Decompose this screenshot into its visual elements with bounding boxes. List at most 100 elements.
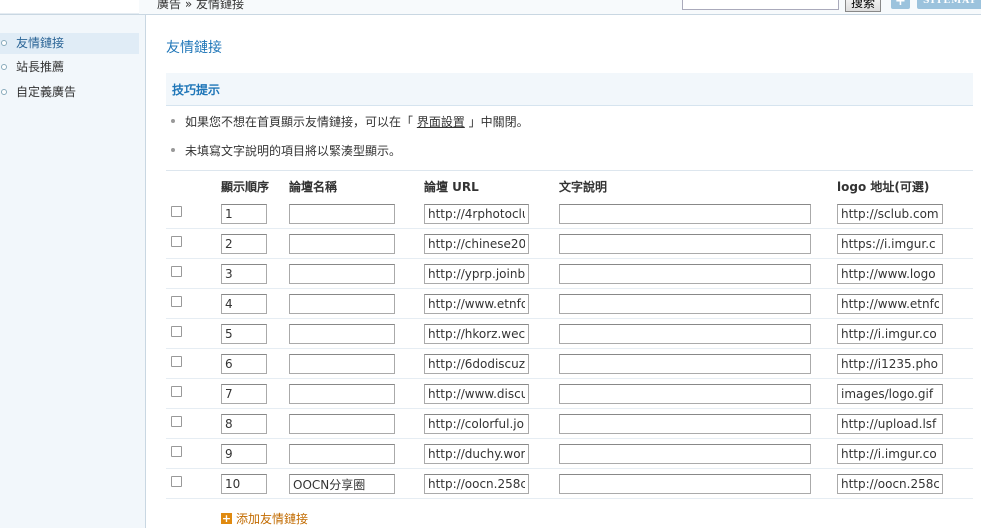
order-input[interactable] xyxy=(221,324,267,344)
table-row xyxy=(166,438,973,469)
description-input[interactable] xyxy=(559,264,811,284)
tip-text: 未填寫文字說明的項目將以緊湊型顯示。 xyxy=(185,144,402,158)
description-input[interactable] xyxy=(559,414,811,434)
add-friend-link-button[interactable]: + 添加友情鏈接 xyxy=(221,510,308,527)
name-input[interactable] xyxy=(289,324,395,344)
tip-text: 」中關閉。 xyxy=(464,115,529,129)
sidebar-item-label: 友情鏈接 xyxy=(16,36,65,50)
table-row xyxy=(166,318,973,349)
name-input[interactable] xyxy=(289,294,395,314)
description-input[interactable] xyxy=(559,294,811,314)
order-input[interactable] xyxy=(221,474,267,494)
table-row xyxy=(166,228,973,259)
search-input[interactable] xyxy=(682,0,839,10)
logo-url-input[interactable] xyxy=(837,414,943,434)
logo-url-input[interactable] xyxy=(837,474,943,494)
row-delete-checkbox[interactable] xyxy=(171,266,182,277)
row-delete-checkbox[interactable] xyxy=(171,446,182,457)
logo-url-input[interactable] xyxy=(837,294,943,314)
description-input[interactable] xyxy=(559,234,811,254)
row-delete-checkbox[interactable] xyxy=(171,206,182,217)
name-input[interactable] xyxy=(289,474,395,494)
sidebar-item-label: 自定義廣告 xyxy=(16,85,77,99)
search-button[interactable]: 搜索 xyxy=(845,0,881,12)
add-shortcut-button[interactable]: + xyxy=(891,0,910,9)
table-row xyxy=(166,378,973,409)
name-input[interactable] xyxy=(289,414,395,434)
order-input[interactable] xyxy=(221,354,267,374)
sidebar-item-label: 站長推薦 xyxy=(16,60,65,74)
name-input[interactable] xyxy=(289,264,395,284)
sitemap-button[interactable]: SITEMAP ▾ xyxy=(917,0,981,9)
tip-interface-setting: 如果您不想在首頁顯示友情鏈接，可以在「 界面設置 」中關閉。 xyxy=(171,113,529,130)
description-input[interactable] xyxy=(559,474,811,494)
order-input[interactable] xyxy=(221,444,267,464)
description-input[interactable] xyxy=(559,354,811,374)
top-bar: 廣告 » 友情鏈接 搜索 + SITEMAP ▾ xyxy=(0,0,981,15)
logo-url-input[interactable] xyxy=(837,354,943,374)
logo-url-input[interactable] xyxy=(837,264,943,284)
name-input[interactable] xyxy=(289,384,395,404)
url-input[interactable] xyxy=(424,474,529,494)
tips-box: 技巧提示 xyxy=(166,73,973,106)
name-input[interactable] xyxy=(289,354,395,374)
row-delete-checkbox[interactable] xyxy=(171,416,182,427)
sidebar-item-admin-recommend[interactable]: 站長推薦 xyxy=(0,57,139,78)
logo-url-input[interactable] xyxy=(837,234,943,254)
bullet-icon xyxy=(1,89,7,95)
url-input[interactable] xyxy=(424,354,529,374)
tip-compact-display: 未填寫文字說明的項目將以緊湊型顯示。 xyxy=(171,142,401,159)
table-row xyxy=(166,198,973,229)
top-bar-left-strip xyxy=(0,0,139,14)
order-input[interactable] xyxy=(221,264,267,284)
table-row xyxy=(166,408,973,439)
order-input[interactable] xyxy=(221,234,267,254)
name-input[interactable] xyxy=(289,444,395,464)
description-input[interactable] xyxy=(559,204,811,224)
row-delete-checkbox[interactable] xyxy=(171,356,182,367)
row-delete-checkbox[interactable] xyxy=(171,296,182,307)
column-header-logo: logo 地址(可選) xyxy=(837,180,930,194)
url-input[interactable] xyxy=(424,204,529,224)
name-input[interactable] xyxy=(289,204,395,224)
column-header-url: 論壇 URL xyxy=(424,180,479,194)
tips-title: 技巧提示 xyxy=(172,83,221,97)
breadcrumb: 廣告 » 友情鏈接 xyxy=(157,0,244,11)
table-row xyxy=(166,258,973,289)
order-input[interactable] xyxy=(221,294,267,314)
logo-url-input[interactable] xyxy=(837,444,943,464)
column-header-order: 顯示順序 xyxy=(221,180,270,194)
row-delete-checkbox[interactable] xyxy=(171,236,182,247)
order-input[interactable] xyxy=(221,204,267,224)
add-friend-link-label: 添加友情鏈接 xyxy=(236,512,309,526)
url-input[interactable] xyxy=(424,324,529,344)
interface-settings-link[interactable]: 界面設置 xyxy=(417,115,465,129)
logo-url-input[interactable] xyxy=(837,384,943,404)
logo-url-input[interactable] xyxy=(837,204,943,224)
description-input[interactable] xyxy=(559,384,811,404)
table-row xyxy=(166,288,973,319)
description-input[interactable] xyxy=(559,324,811,344)
order-input[interactable] xyxy=(221,414,267,434)
sidebar-edge xyxy=(139,15,146,528)
row-delete-checkbox[interactable] xyxy=(171,476,182,487)
url-input[interactable] xyxy=(424,234,529,254)
row-delete-checkbox[interactable] xyxy=(171,386,182,397)
sidebar-item-custom-ads[interactable]: 自定義廣告 xyxy=(0,82,139,103)
page-title: 友情鏈接 xyxy=(166,40,222,56)
description-input[interactable] xyxy=(559,444,811,464)
order-input[interactable] xyxy=(221,384,267,404)
add-icon: + xyxy=(221,512,232,525)
bullet-icon xyxy=(171,147,175,152)
sidebar-item-friend-links[interactable]: 友情鏈接 xyxy=(0,33,139,54)
row-delete-checkbox[interactable] xyxy=(171,326,182,337)
url-input[interactable] xyxy=(424,294,529,314)
logo-url-input[interactable] xyxy=(837,324,943,344)
url-input[interactable] xyxy=(424,264,529,284)
name-input[interactable] xyxy=(289,234,395,254)
tip-text: 如果您不想在首頁顯示友情鏈接，可以在「 xyxy=(185,115,417,129)
url-input[interactable] xyxy=(424,414,529,434)
sidebar: 友情鏈接 站長推薦 自定義廣告 xyxy=(0,15,140,528)
url-input[interactable] xyxy=(424,384,529,404)
url-input[interactable] xyxy=(424,444,529,464)
